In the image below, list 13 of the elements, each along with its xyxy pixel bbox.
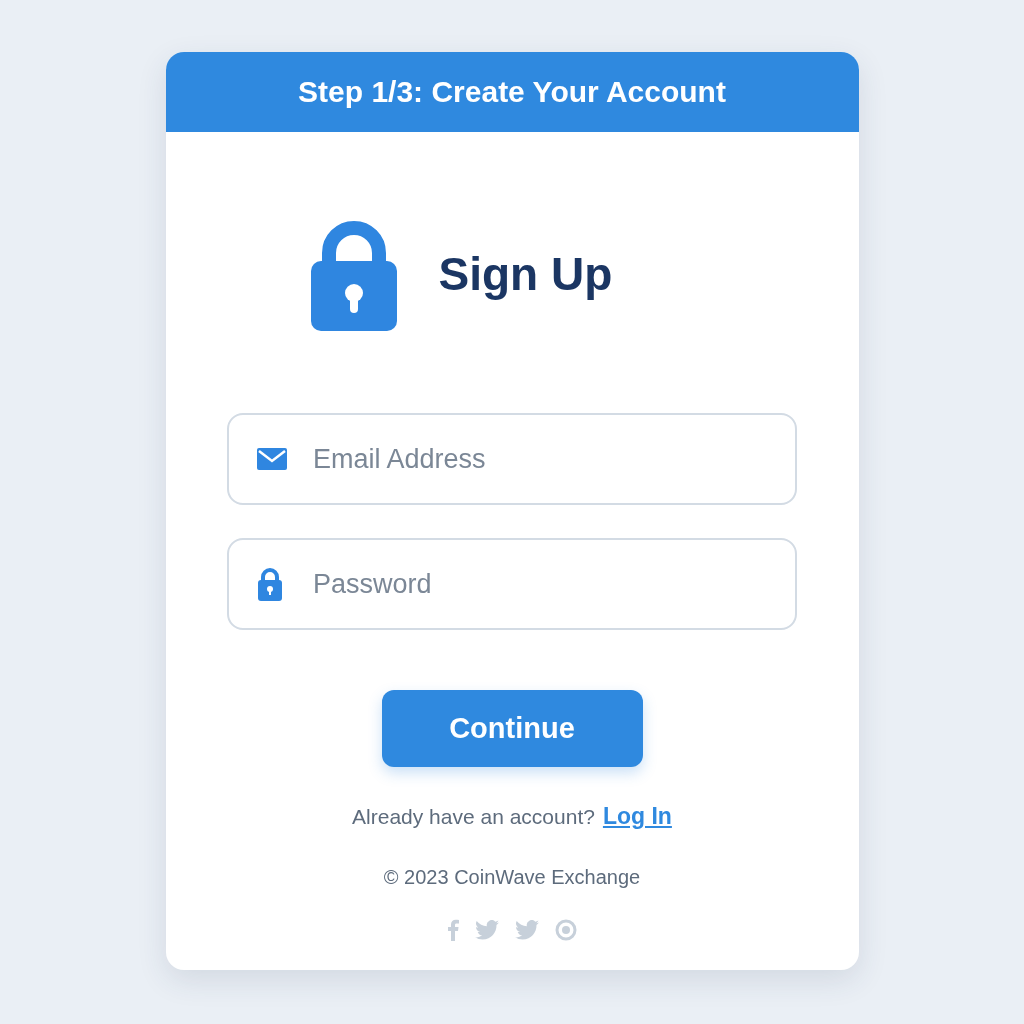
copyright-text: © 2023 CoinWave Exchange (383, 866, 641, 889)
header-title: Step 1/3: Create Your Account (298, 75, 726, 109)
input-field[interactable]: Email Address (227, 413, 797, 505)
padlock-icon (257, 567, 283, 601)
login-link[interactable]: Log In (602, 803, 672, 830)
bird-icon[interactable] (515, 920, 539, 940)
login-prompt: Already have an account? (352, 805, 595, 829)
continue-button[interactable]: Continue (381, 690, 643, 767)
bird-icon[interactable] (475, 920, 499, 940)
input-field[interactable]: Password (227, 538, 797, 630)
envelope-icon (257, 448, 287, 470)
facebook-icon[interactable] (447, 919, 459, 941)
sign-up-heading: Sign Up (438, 247, 613, 301)
